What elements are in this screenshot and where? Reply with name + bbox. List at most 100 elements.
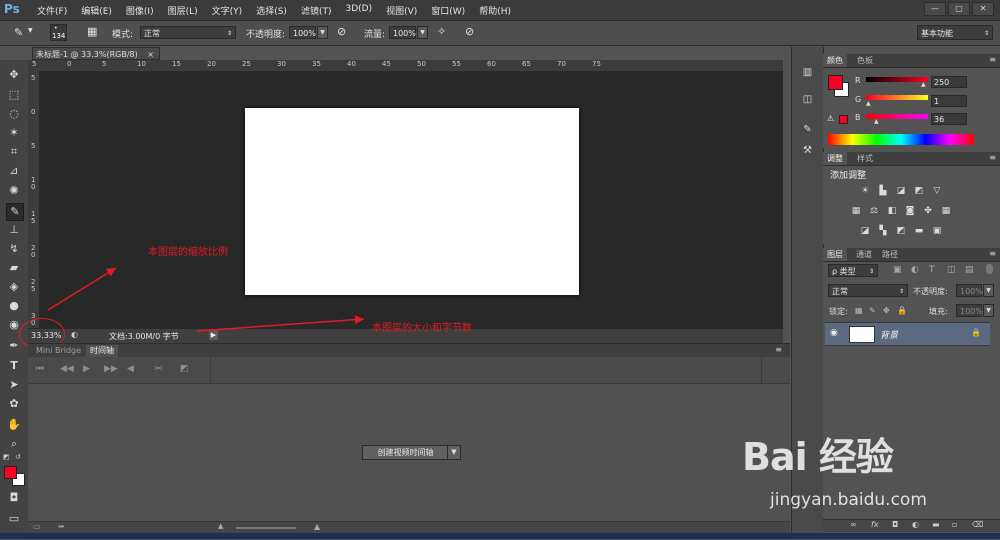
g-slider-thumb-icon[interactable]: ▲ (866, 100, 871, 107)
b-slider-thumb-icon[interactable]: ▲ (874, 118, 879, 125)
layer-lock-icon: 🔒 (971, 328, 981, 337)
blend-mode-select[interactable]: 正常 ⇕ (828, 284, 908, 297)
gamut-color-swatch[interactable] (839, 115, 848, 124)
photo-filter-icon[interactable]: ◙ (904, 206, 916, 217)
create-timeline-dropdown-icon[interactable]: ▼ (447, 445, 461, 460)
b-label: B (855, 113, 861, 122)
foreground-color-swatch[interactable] (828, 75, 843, 90)
r-slider-thumb-icon[interactable]: ▲ (921, 81, 926, 88)
next-frame-icon[interactable]: ▶▶ (104, 364, 118, 374)
layer-opacity-input[interactable]: 100% (956, 284, 983, 297)
g-value-input[interactable]: 1 (931, 95, 967, 107)
panel-menu-icon[interactable]: ≡ (775, 345, 782, 354)
layer-opacity-dropdown-icon[interactable]: ▼ (983, 284, 994, 297)
clone-source-icon[interactable]: ⚒ (800, 143, 815, 158)
add-style-icon[interactable]: fx (871, 520, 879, 529)
filter-pixel-icon[interactable]: ▣ (893, 265, 902, 275)
channel-mixer-icon[interactable]: ✤ (922, 206, 934, 217)
filter-shape-icon[interactable]: ◫ (947, 265, 956, 275)
zoom-slider[interactable] (236, 527, 296, 529)
brush-presets-icon[interactable]: ✎ (800, 122, 815, 137)
vibrance-icon[interactable]: ▽ (931, 186, 943, 197)
history-panel-icon[interactable]: ▥ (800, 65, 815, 80)
tab-styles[interactable]: 样式 (853, 152, 877, 165)
timeline-tabs: Mini Bridge 时间轴 ≡ (28, 344, 790, 357)
levels-icon[interactable]: ▙ (877, 186, 889, 197)
panel-menu-icon[interactable]: ≡ (989, 153, 996, 162)
tab-adjustments[interactable]: 调整 (823, 152, 847, 165)
panel-menu-icon[interactable]: ≡ (989, 249, 996, 258)
layer-name[interactable]: 背景 (880, 328, 898, 341)
lock-pixels-icon[interactable]: ✎ (869, 306, 876, 315)
link-layers-icon[interactable]: ∞ (850, 520, 857, 529)
hue-saturation-icon[interactable]: ▦ (850, 206, 862, 217)
timeline-panel: Mini Bridge 时间轴 ≡ ⏮ ◀◀ ▶ ▶▶ ◀ ✂ ◩ 创建视频时间… (28, 343, 790, 540)
g-label: G (855, 95, 862, 104)
filter-toggle[interactable] (986, 264, 993, 274)
g-slider[interactable] (866, 95, 928, 100)
invert-icon[interactable]: ◪ (859, 226, 871, 237)
add-mask-icon[interactable]: ◘ (892, 520, 898, 529)
tab-channels[interactable]: 通道 (852, 248, 876, 261)
tab-mini-bridge[interactable]: Mini Bridge (32, 345, 85, 357)
new-group-icon[interactable]: ▬ (932, 520, 940, 529)
tab-layers[interactable]: 图层 (823, 248, 847, 261)
color-ramp[interactable] (828, 134, 974, 145)
delete-layer-icon[interactable]: ⌫ (972, 520, 983, 529)
color-balance-icon[interactable]: ⚖ (868, 206, 880, 217)
size-annotation-arrow (196, 315, 365, 332)
gradient-map-icon[interactable]: ▬ (913, 226, 925, 237)
b-value-input[interactable]: 36 (931, 113, 967, 125)
panel-menu-icon[interactable]: ≡ (989, 55, 996, 64)
blend-mode-value: 正常 (832, 287, 848, 296)
selective-color-icon[interactable]: ▣ (931, 226, 943, 237)
render-icon[interactable]: ▭ (33, 522, 41, 531)
posterize-icon[interactable]: ▚ (877, 226, 889, 237)
filter-smart-object-icon[interactable]: ▤ (965, 265, 974, 275)
color-lookup-icon[interactable]: ▦ (940, 206, 952, 217)
zoom-out-icon[interactable]: ▲ (218, 522, 223, 530)
lock-position-icon[interactable]: ✥ (883, 306, 890, 315)
split-scissors-icon[interactable]: ✂ (154, 362, 163, 375)
exposure-icon[interactable]: ◩ (913, 186, 925, 197)
layer-opacity-label: 不透明度: (913, 287, 948, 296)
fill-input[interactable]: 100% (956, 304, 983, 317)
create-video-timeline-button[interactable]: 创建视频时间轴 (362, 445, 449, 460)
curves-icon[interactable]: ◪ (895, 186, 907, 197)
lock-transparency-icon[interactable]: ▦ (855, 306, 863, 315)
zoom-annotation-arrow (47, 267, 117, 311)
filter-adjustment-icon[interactable]: ◐ (911, 265, 919, 275)
tab-color[interactable]: 颜色 (823, 54, 847, 67)
gamut-warning-icon[interactable]: ⚠ (827, 114, 834, 123)
first-frame-icon[interactable]: ⏮ (36, 364, 44, 374)
fill-dropdown-icon[interactable]: ▼ (983, 304, 994, 317)
layer-filter-select[interactable]: ρ 类型 ⇕ (828, 264, 878, 277)
r-slider[interactable] (866, 77, 928, 82)
r-value-input[interactable]: 250 (931, 76, 967, 88)
black-white-icon[interactable]: ◧ (886, 206, 898, 217)
tab-paths[interactable]: 路径 (878, 248, 902, 261)
audio-icon[interactable]: ◀ (127, 364, 134, 374)
new-layer-icon[interactable]: ▫ (952, 520, 957, 529)
lock-all-icon[interactable]: 🔒 (897, 306, 907, 315)
new-adjustment-icon[interactable]: ◐ (912, 520, 919, 529)
visibility-eye-icon[interactable]: ◉ (830, 328, 838, 338)
layer-filter-value: ρ 类型 (832, 267, 856, 276)
tab-swatches[interactable]: 色板 (853, 54, 877, 67)
play-icon[interactable]: ▶ (83, 364, 90, 374)
os-taskbar (0, 533, 1000, 539)
tab-timeline[interactable]: 时间轴 (86, 345, 118, 357)
baidu-jingyan-watermark: Bai 经验 (742, 435, 894, 479)
filter-type-icon[interactable]: T (929, 265, 935, 275)
layer-row-background[interactable]: ◉ 背景 🔒 (825, 322, 990, 346)
layer-thumbnail (849, 326, 875, 343)
previous-frame-icon[interactable]: ◀◀ (60, 364, 74, 374)
transition-icon[interactable]: ◩ (180, 364, 189, 374)
layers-footer: ∞ fx ◘ ◐ ▬ ▫ ⌫ (823, 519, 1000, 532)
threshold-icon[interactable]: ◩ (895, 226, 907, 237)
zoom-in-icon[interactable]: ▲ (314, 522, 320, 531)
lock-label: 锁定: (829, 307, 848, 316)
properties-panel-icon[interactable]: ◫ (800, 92, 815, 107)
convert-icon[interactable]: ➦ (58, 522, 65, 531)
brightness-contrast-icon[interactable]: ☀ (859, 186, 871, 197)
